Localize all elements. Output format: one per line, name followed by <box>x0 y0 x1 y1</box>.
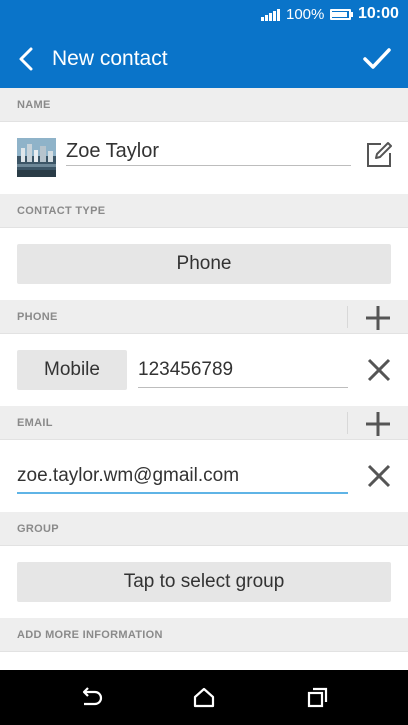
clock: 10:00 <box>358 5 399 22</box>
edit-name-button[interactable] <box>365 141 393 169</box>
email-row: zoe.taylor.wm@gmail.com <box>0 440 408 512</box>
add-email-button[interactable] <box>364 410 392 438</box>
select-group-button[interactable]: Tap to select group <box>17 562 391 602</box>
section-header-more-info[interactable]: ADD MORE INFORMATION <box>0 618 408 652</box>
remove-email-button[interactable] <box>366 463 392 489</box>
section-header-contact-type: CONTACT TYPE <box>0 194 408 228</box>
close-icon <box>367 464 391 488</box>
avatar[interactable] <box>17 138 56 177</box>
back-icon <box>19 47 33 71</box>
back-button[interactable] <box>14 44 40 74</box>
remove-phone-button[interactable] <box>366 357 392 383</box>
section-header-name: NAME <box>0 88 408 122</box>
navigation-bar <box>0 670 408 725</box>
name-row: Zoe Taylor <box>0 122 408 194</box>
phone-type-selector[interactable]: Mobile <box>17 350 127 390</box>
status-bar: 100% 10:00 <box>0 0 408 30</box>
contact-type-row: Phone <box>0 228 408 300</box>
home-button[interactable] <box>190 684 218 712</box>
phone-number-input[interactable]: 123456789 <box>138 356 348 388</box>
save-button[interactable] <box>362 44 392 74</box>
add-phone-button[interactable] <box>364 304 392 332</box>
group-row: Tap to select group <box>0 546 408 618</box>
battery-icon <box>330 9 351 20</box>
section-header-email: EMAIL <box>0 406 408 440</box>
signal-icon <box>261 9 281 21</box>
section-header-group: GROUP <box>0 512 408 546</box>
battery-percent: 100% <box>286 6 325 23</box>
section-header-phone: PHONE <box>0 300 408 334</box>
app-bar: New contact <box>0 30 408 88</box>
name-input[interactable]: Zoe Taylor <box>66 136 351 166</box>
nav-back-icon <box>82 687 103 706</box>
plus-icon <box>366 412 390 436</box>
email-input[interactable]: zoe.taylor.wm@gmail.com <box>17 462 348 494</box>
recents-button[interactable] <box>303 684 331 712</box>
recents-icon <box>307 687 328 708</box>
contact-type-selector[interactable]: Phone <box>17 244 391 284</box>
page-title: New contact <box>52 47 168 70</box>
close-icon <box>367 358 391 382</box>
plus-icon <box>366 306 390 330</box>
section-header-phone-label: PHONE <box>17 311 58 323</box>
section-header-email-label: EMAIL <box>17 417 53 429</box>
nav-back-button[interactable] <box>77 684 105 712</box>
home-icon <box>193 687 215 708</box>
checkmark-icon <box>363 48 391 69</box>
edit-icon <box>367 142 392 167</box>
more-info-row <box>0 652 408 670</box>
phone-row: Mobile 123456789 <box>0 334 408 406</box>
